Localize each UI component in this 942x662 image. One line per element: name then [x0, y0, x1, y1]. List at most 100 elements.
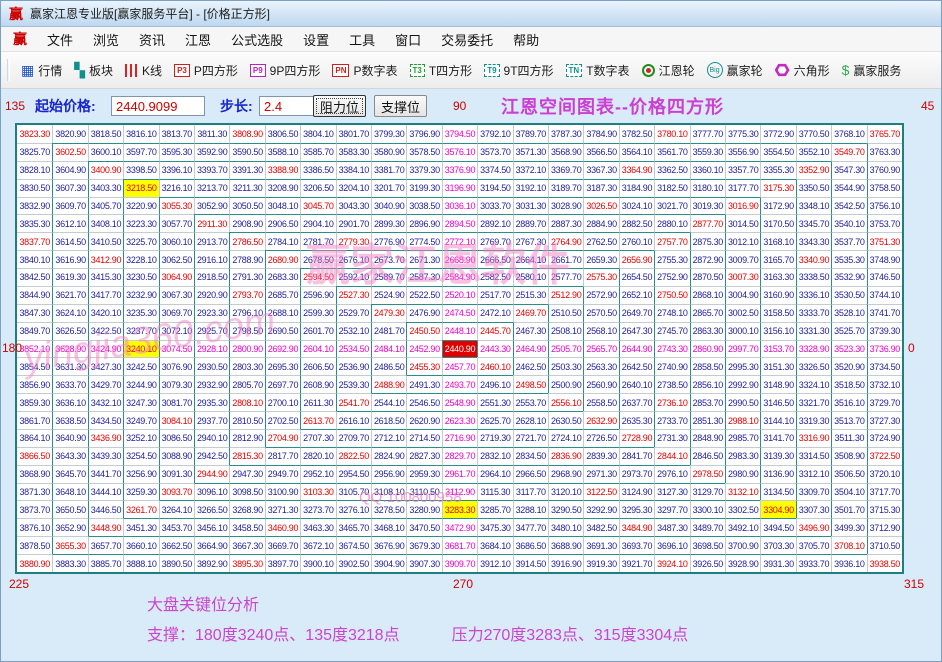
grid-cell[interactable]: 3660.10 [123, 536, 159, 555]
grid-cell[interactable]: 2671.30 [406, 250, 442, 269]
grid-cell[interactable]: 2853.70 [689, 393, 725, 412]
grid-cell[interactable]: 3446.50 [87, 500, 124, 519]
grid-cell[interactable]: 2966.50 [512, 464, 548, 483]
grid-cell[interactable]: 2846.50 [689, 446, 725, 465]
grid-cell[interactable]: 2488.90 [371, 375, 407, 394]
grid-cell[interactable]: 2947.30 [229, 464, 265, 483]
grid-cell[interactable]: 3249.70 [123, 411, 159, 429]
grid-cell[interactable]: 3499.30 [831, 518, 867, 537]
grid-cell[interactable]: 3091.30 [158, 464, 194, 483]
grid-cell[interactable]: 3676.90 [371, 536, 407, 555]
grid-cell[interactable]: 3816.10 [123, 125, 159, 143]
grid-cell[interactable]: 2625.70 [477, 411, 513, 429]
grid-cell[interactable]: 2572.90 [583, 285, 619, 304]
grid-cell[interactable]: 2695.30 [264, 357, 301, 376]
grid-cell[interactable]: 3703.30 [760, 536, 796, 555]
grid-cell[interactable]: 2479.30 [371, 303, 407, 322]
grid-cell[interactable]: 3844.90 [17, 285, 53, 304]
grid-cell[interactable]: 3880.90 [17, 554, 53, 572]
grid-cell[interactable]: 2940.10 [194, 428, 230, 447]
grid-cell[interactable]: 3196.90 [441, 178, 478, 197]
grid-cell[interactable]: 3436.90 [87, 428, 124, 447]
grid-cell[interactable]: 3861.70 [17, 411, 53, 429]
grid-cell[interactable]: 3924.10 [654, 554, 690, 572]
grid-cell[interactable]: 2661.70 [548, 250, 584, 269]
grid-cell[interactable]: 3631.30 [52, 357, 88, 376]
menu-item-1[interactable]: 浏览 [83, 30, 129, 49]
grid-cell[interactable]: 3244.90 [123, 375, 159, 394]
grid-cell[interactable]: 3878.50 [17, 536, 53, 555]
grid-cell[interactable]: 3331.30 [795, 321, 832, 340]
grid-cell[interactable]: 2676.10 [335, 250, 371, 269]
grid-cell[interactable]: 3808.90 [229, 125, 265, 143]
grid-cell[interactable]: 3069.70 [158, 303, 194, 322]
grid-cell[interactable]: 2611.30 [300, 393, 336, 412]
grid-cell[interactable]: 3652.90 [52, 518, 88, 537]
grid-cell[interactable]: 3319.30 [795, 411, 832, 429]
grid-cell[interactable]: 2604.10 [300, 339, 336, 358]
grid-cell[interactable]: 2613.70 [300, 411, 336, 429]
grid-cell[interactable]: 3468.10 [371, 518, 407, 537]
grid-cell[interactable]: 2925.70 [194, 321, 230, 340]
grid-cell[interactable]: 2793.70 [229, 285, 265, 304]
grid-cell[interactable]: 3036.10 [441, 196, 478, 215]
grid-cell[interactable]: 2884.90 [583, 214, 619, 233]
grid-cell[interactable]: 3494.50 [760, 518, 796, 537]
grid-cell[interactable]: 3758.50 [866, 178, 902, 197]
grid-cell[interactable]: 3674.50 [335, 536, 371, 555]
grid-cell[interactable]: 3547.30 [831, 160, 867, 179]
grid-cell[interactable]: 3523.30 [831, 339, 867, 358]
grid-cell[interactable]: 3038.50 [406, 196, 442, 215]
grid-cell[interactable]: 2491.30 [406, 375, 442, 394]
grid-cell[interactable]: 2908.90 [229, 214, 265, 233]
grid-cell[interactable]: 3021.70 [654, 196, 690, 215]
grid-cell[interactable]: 3592.90 [194, 142, 230, 161]
grid-cell[interactable]: 2906.50 [264, 214, 301, 233]
grid-cell[interactable]: 3883.30 [52, 554, 88, 572]
grid-cell[interactable]: 3386.50 [300, 160, 336, 179]
grid-cell[interactable]: 3312.10 [795, 464, 832, 483]
toolbar-item-6[interactable]: T3 T四方形 [404, 56, 479, 84]
grid-cell[interactable]: 2949.70 [264, 464, 301, 483]
grid-cell[interactable]: 3739.30 [866, 321, 902, 340]
start-price-input[interactable] [111, 96, 205, 116]
grid-cell[interactable]: 2887.30 [548, 214, 584, 233]
grid-cell[interactable]: 2836.90 [548, 446, 584, 465]
grid-cell[interactable]: 2656.90 [618, 250, 655, 269]
grid-cell[interactable]: 3595.30 [158, 142, 194, 161]
grid-cell[interactable]: 2803.30 [229, 357, 265, 376]
grid-cell[interactable]: 3876.10 [17, 518, 53, 537]
grid-cell[interactable]: 3122.50 [583, 482, 619, 501]
grid-cell[interactable]: 3064.90 [158, 268, 194, 286]
grid-cell[interactable]: 3388.90 [264, 160, 301, 179]
grid-cell[interactable]: 3338.50 [795, 268, 832, 286]
grid-cell[interactable]: 3710.50 [866, 536, 902, 555]
grid-cell[interactable]: 3828.10 [17, 160, 53, 179]
grid-cell[interactable]: 3525.70 [831, 321, 867, 340]
grid-cell[interactable]: 2815.30 [229, 446, 265, 465]
grid-cell[interactable]: 2580.10 [512, 268, 548, 286]
grid-cell[interactable]: 2767.30 [512, 232, 548, 251]
grid-cell[interactable]: 2539.30 [335, 375, 371, 394]
grid-cell[interactable]: 3192.10 [512, 178, 548, 197]
grid-cell[interactable]: 3100.90 [264, 482, 301, 501]
grid-cell[interactable]: 2913.70 [194, 232, 230, 251]
grid-cell[interactable]: 3926.50 [689, 554, 725, 572]
grid-cell[interactable]: 3252.10 [123, 428, 159, 447]
grid-cell-key-level[interactable]: 3240.10 [123, 339, 159, 358]
grid-cell[interactable]: 3256.90 [123, 464, 159, 483]
grid-cell[interactable]: 3045.70 [300, 196, 336, 215]
grid-cell[interactable]: 2896.90 [406, 214, 442, 233]
grid-cell[interactable]: 2736.10 [654, 393, 690, 412]
grid-cell[interactable]: 3096.10 [194, 482, 230, 501]
grid-cell[interactable]: 3172.90 [760, 196, 796, 215]
grid-cell[interactable]: 3208.90 [264, 178, 301, 197]
grid-cell[interactable]: 3134.50 [760, 482, 796, 501]
grid-cell[interactable]: 3024.10 [618, 196, 655, 215]
grid-cell[interactable]: 3784.90 [583, 125, 619, 143]
grid-cell[interactable]: 3669.70 [264, 536, 301, 555]
grid-cell[interactable]: 3398.50 [123, 160, 159, 179]
grid-cell[interactable]: 2992.90 [725, 375, 761, 394]
grid-cell[interactable]: 3621.70 [52, 285, 88, 304]
grid-cell[interactable]: 2522.50 [406, 285, 442, 304]
